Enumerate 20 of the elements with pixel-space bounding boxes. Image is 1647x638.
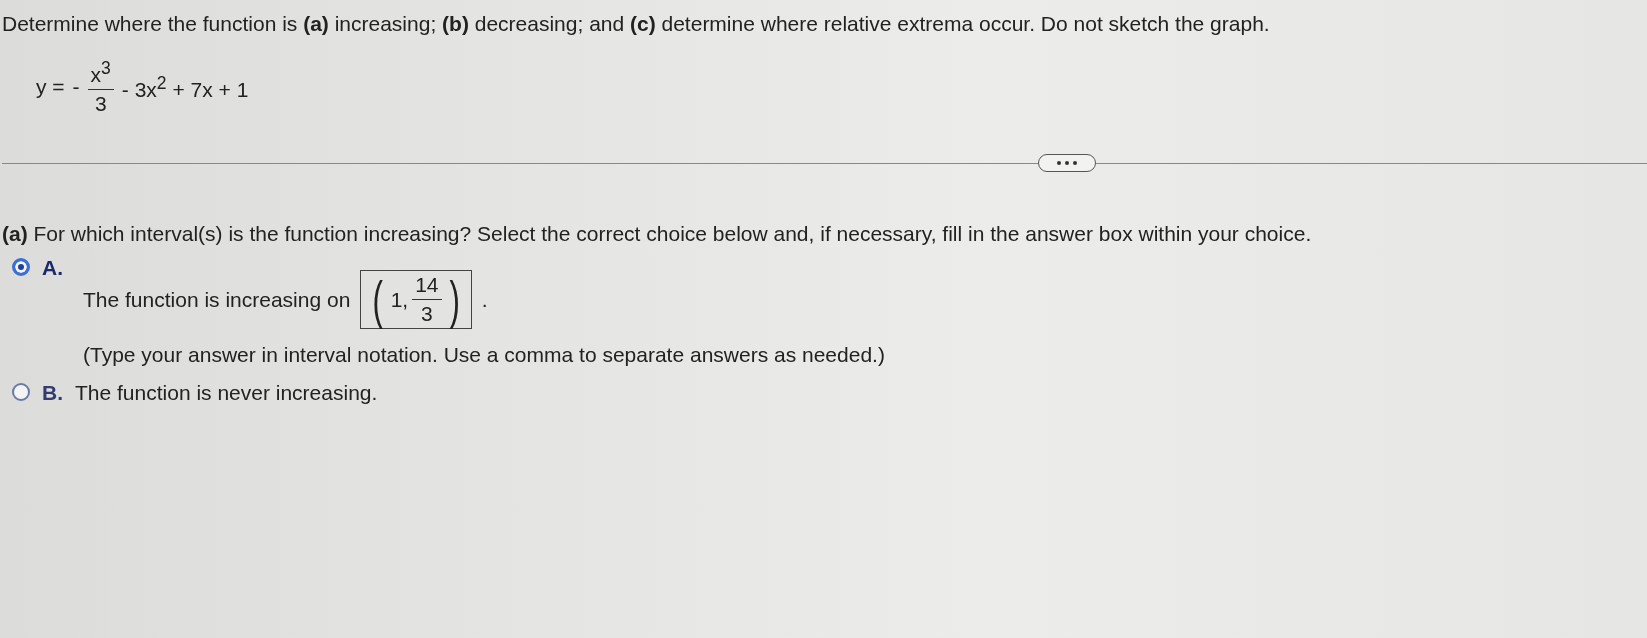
choice-text: The function is never increasing. (75, 381, 378, 405)
choice-text: The function is increasing on (83, 287, 351, 312)
minus-sign: - (72, 75, 80, 99)
question-text: Determine where the function is (a) increasing; (b) decreasing; and (c) determine where relative extrema occur. Do not sketch the graph. (2, 12, 1271, 36)
radio-button[interactable] (12, 383, 30, 401)
more-button[interactable] (1038, 154, 1096, 172)
denominator: 3 (94, 91, 107, 116)
part-a-prompt: (a) For which interval(s) is the function increasing? Select the correct choice below and, if necessary, fill in the answer box within your choice. (2, 222, 1313, 246)
answer-value: 1, (390, 287, 409, 312)
dots-icon (1054, 160, 1080, 166)
selected-radio-button[interactable] (12, 258, 30, 276)
numerator: x$^{3}$ (87, 58, 114, 90)
equation-terms: - 3x$^{2}$ + 7x + 1 (121, 72, 249, 102)
instruction-note: (Type your answer in interval notation. Use a comma to separate answers as needed.) (83, 343, 885, 367)
numerator: 14 (412, 273, 442, 300)
choice-letter: A. (42, 256, 63, 280)
equation-lhs: y = (36, 75, 65, 99)
period: . (481, 287, 488, 312)
choice-letter: B. (42, 381, 63, 405)
denominator: 3 (421, 301, 433, 326)
